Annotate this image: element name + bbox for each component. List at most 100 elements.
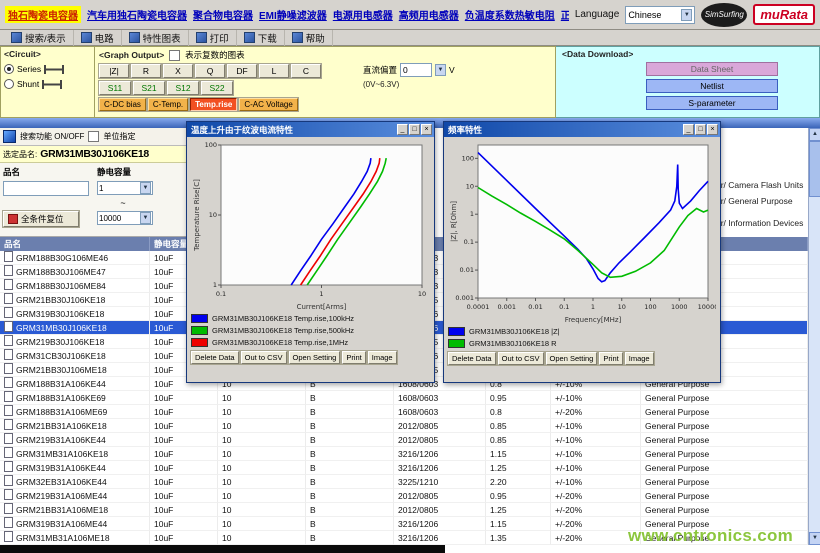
graph-type-button[interactable]: R xyxy=(131,64,161,78)
menu-item-label: 搜索/表示 xyxy=(25,31,66,45)
scroll-down-icon[interactable]: ▼ xyxy=(809,532,820,545)
window-action-button[interactable]: Image xyxy=(625,352,654,365)
table-row[interactable]: GRM21BB31A106ME1810uF10B2012/08051.25+/-… xyxy=(0,503,808,517)
table-row[interactable]: GRM319B31A106KE4410uF10B3216/12061.25+/-… xyxy=(0,461,808,475)
window-action-button[interactable]: Open Setting xyxy=(546,352,598,365)
window-action-button[interactable]: Out to CSV xyxy=(241,351,287,364)
table-cell: 2012/0805 xyxy=(394,419,486,433)
close-button[interactable]: × xyxy=(421,124,432,135)
unit-checkbox[interactable] xyxy=(88,131,99,142)
language-select[interactable]: Chinese ▼ xyxy=(625,6,695,24)
characteristic-button[interactable]: C-Temp. xyxy=(148,98,188,111)
vertical-scrollbar[interactable]: ▲ ▼ xyxy=(808,128,820,545)
part-name-input[interactable] xyxy=(3,181,89,196)
graph-type-button[interactable]: |Z| xyxy=(99,64,129,78)
simsurfing-logo-text: SimSurfing xyxy=(705,10,744,19)
nav-link[interactable]: 正温 xyxy=(561,7,569,22)
menu-item[interactable]: 特性图表 xyxy=(122,30,189,46)
chevron-down-icon[interactable]: ▼ xyxy=(435,64,446,76)
nav-link[interactable]: 汽车用独石陶瓷电容器 xyxy=(87,7,187,22)
menu-item[interactable]: 搜索/表示 xyxy=(4,30,74,46)
window-titlebar[interactable]: 频率特性 _ □ × xyxy=(444,122,720,137)
menu-item[interactable]: 打印 xyxy=(189,30,237,46)
part-name-cell: GRM188B31A106KE69 xyxy=(0,391,150,405)
window-action-button[interactable]: Out to CSV xyxy=(498,352,544,365)
table-row[interactable]: GRM31MB31A106KE1810uF10B3216/12061.15+/-… xyxy=(0,447,808,461)
table-row[interactable]: GRM32EB31A106KE4410uF10B3225/12102.20+/-… xyxy=(0,475,808,489)
part-name: GRM31CB30J106KE18 xyxy=(16,351,106,361)
legend-entry: GRM31MB30J106KE18 Temp.rise,100kHz xyxy=(191,312,430,324)
capacitance-to-select[interactable]: 10000 ▼ xyxy=(97,211,153,225)
graph-type-button[interactable]: X xyxy=(163,64,193,78)
search-toggle-label[interactable]: 搜索功能 ON/OFF xyxy=(20,131,84,142)
part-name: GRM32EB31A106KE44 xyxy=(16,477,107,487)
nav-link[interactable]: 电源用电感器 xyxy=(333,7,393,22)
download-button[interactable]: Data Sheet xyxy=(646,62,778,76)
close-button[interactable]: × xyxy=(707,124,718,135)
nav-link[interactable]: EMI静噪滤波器 xyxy=(259,7,327,22)
nav-link[interactable]: 高频用电感器 xyxy=(399,7,459,22)
table-cell: 10 xyxy=(218,503,306,517)
document-icon xyxy=(4,335,13,346)
sparam-button[interactable]: S12 xyxy=(167,81,199,95)
radio-button[interactable] xyxy=(4,79,14,89)
window-action-button[interactable]: Print xyxy=(342,351,365,364)
window-action-button[interactable]: Delete Data xyxy=(191,351,239,364)
characteristic-button[interactable]: Temp.rise xyxy=(190,98,237,111)
table-cell: 10uF xyxy=(150,405,218,419)
scroll-up-icon[interactable]: ▲ xyxy=(809,128,820,141)
table-row[interactable]: GRM188B31A106KE6910uF10B1608/06030.95+/-… xyxy=(0,391,808,405)
nav-link[interactable]: 独石陶瓷电容器 xyxy=(5,6,81,23)
radio-button[interactable] xyxy=(4,64,14,74)
circuit-option-shunt[interactable]: Shunt xyxy=(4,79,91,89)
capacitance-from-select[interactable]: 1 ▼ xyxy=(97,181,153,195)
table-cell: 2012/0805 xyxy=(394,503,486,517)
window-action-button[interactable]: Delete Data xyxy=(448,352,496,365)
scrollbar-thumb[interactable] xyxy=(809,141,820,197)
characteristic-button[interactable]: C-DC bias xyxy=(99,98,146,111)
menu-item[interactable]: 电路 xyxy=(74,30,122,46)
part-name-cell: GRM31MB31A106KE18 xyxy=(0,447,150,461)
graph-type-button[interactable]: C xyxy=(291,64,321,78)
table-row[interactable]: GRM188B31A106ME6910uF10B1608/06030.8+/-2… xyxy=(0,405,808,419)
search-toggle-icon[interactable] xyxy=(3,130,16,143)
graph-type-button[interactable]: Q xyxy=(195,64,225,78)
window-action-button[interactable]: Image xyxy=(368,351,397,364)
download-button[interactable]: S-parameter xyxy=(646,96,778,110)
menu-item[interactable]: 帮助 xyxy=(285,30,333,46)
menu-item-label: 打印 xyxy=(210,31,229,45)
table-row[interactable]: GRM219B31A106KE4410uF10B2012/08050.85+/-… xyxy=(0,433,808,447)
maximize-button[interactable]: □ xyxy=(695,124,706,135)
reset-button[interactable]: 全条件复位 xyxy=(3,211,79,227)
table-row[interactable]: GRM219B31A106ME4410uF10B2012/08050.95+/-… xyxy=(0,489,808,503)
multi-graph-checkbox[interactable] xyxy=(169,50,180,61)
window-action-button[interactable]: Open Setting xyxy=(289,351,341,364)
table-row[interactable]: GRM21BB31A106KE1810uF10B2012/08050.85+/-… xyxy=(0,419,808,433)
table-cell: 10 xyxy=(218,475,306,489)
sparam-button[interactable]: S22 xyxy=(201,81,233,95)
nav-link[interactable]: 聚合物电容器 xyxy=(193,7,253,22)
part-name: GRM219B31A106KE44 xyxy=(16,435,106,445)
column-header[interactable]: 品名 xyxy=(0,237,150,251)
capacitance-to-value: 10000 xyxy=(99,214,121,223)
sparam-button[interactable]: S21 xyxy=(133,81,165,95)
graph-type-button[interactable]: L xyxy=(259,64,289,78)
menu-item[interactable]: 下载 xyxy=(237,30,285,46)
nav-link[interactable]: 负温度系数热敏电阻 xyxy=(465,7,555,22)
characteristic-button[interactable]: C-AC Voltage xyxy=(239,98,297,111)
graph-type-button[interactable]: DF xyxy=(227,64,257,78)
maximize-button[interactable]: □ xyxy=(409,124,420,135)
circuit-option-series[interactable]: Series xyxy=(4,64,91,74)
part-name-cell: GRM188B30J106ME84 xyxy=(0,279,150,293)
minimize-button[interactable]: _ xyxy=(683,124,694,135)
document-icon xyxy=(4,475,13,486)
minimize-button[interactable]: _ xyxy=(397,124,408,135)
window-action-button[interactable]: Print xyxy=(599,352,622,365)
window-titlebar[interactable]: 温度上升由于纹波电流特性 _ □ × xyxy=(187,122,434,137)
radio-label: Shunt xyxy=(17,79,39,89)
dc-bias-input[interactable]: 0 xyxy=(400,63,432,77)
selected-part-label: 选定品名: xyxy=(3,149,37,160)
sparam-button[interactable]: S11 xyxy=(99,81,131,95)
download-button[interactable]: Netlist xyxy=(646,79,778,93)
table-cell: B xyxy=(306,405,394,419)
